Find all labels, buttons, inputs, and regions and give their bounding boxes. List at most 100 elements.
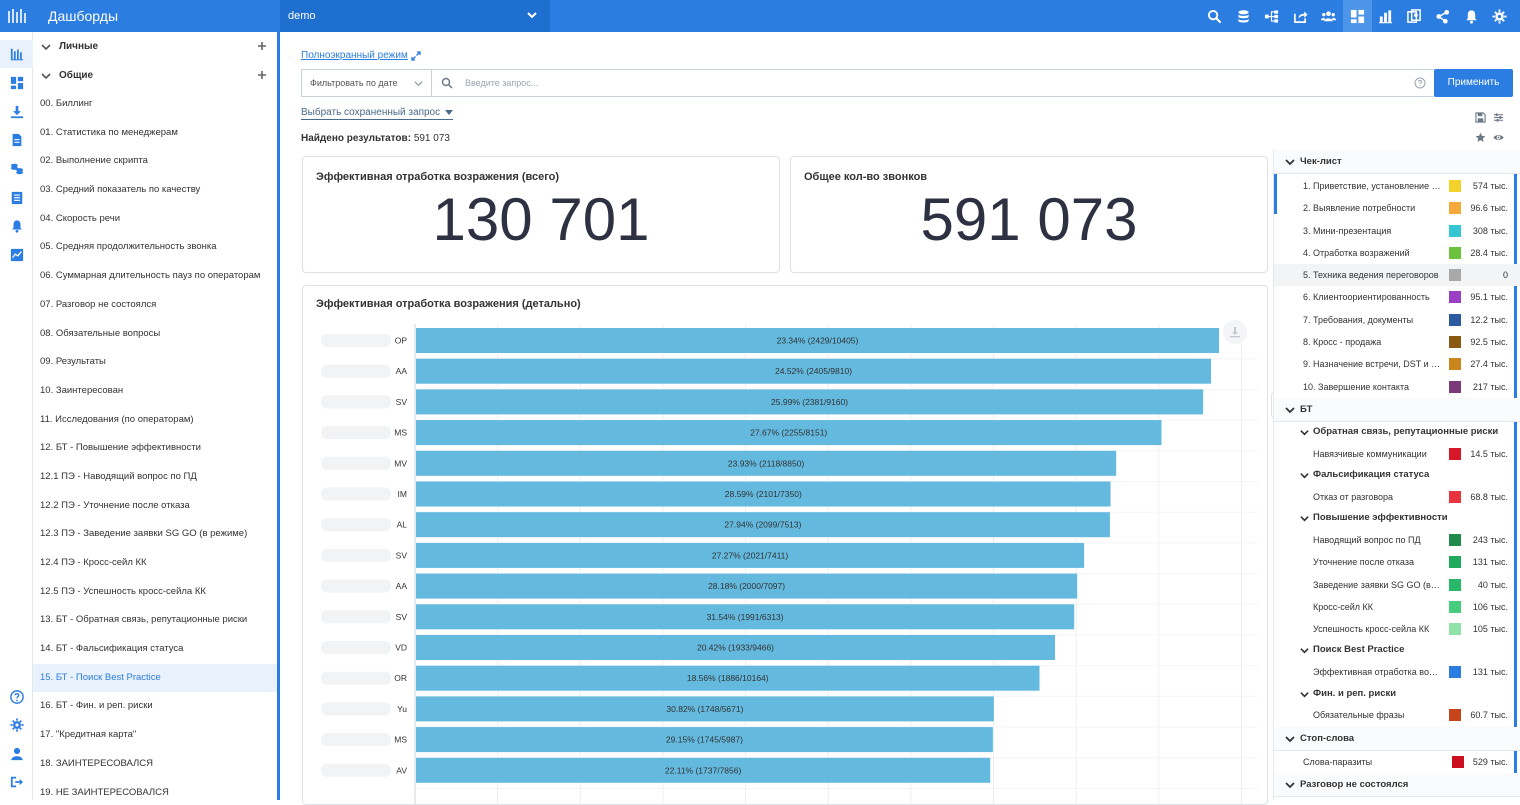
tree-item[interactable]: 12.5 ПЭ - Успешность кросс-сейла КК — [33, 578, 277, 607]
apply-button[interactable]: Применить — [1434, 69, 1513, 97]
legend-group-header[interactable]: БТ — [1274, 397, 1520, 422]
legend-group-header[interactable]: Разговор не состоялся — [1274, 772, 1520, 797]
legend-row[interactable]: 9. Назначение встречи, DST и т.д. 27.4 ты… — [1274, 353, 1520, 375]
tree-item[interactable]: 03. Средний показатель по качеству — [33, 176, 277, 205]
share-icon[interactable] — [1286, 0, 1315, 32]
tree-item[interactable]: 04. Скорость речи — [33, 205, 277, 234]
legend-row[interactable]: Успешность кросс-сейла КК 105 тыс. — [1274, 618, 1520, 640]
legend-group-header[interactable]: Стоп-слова — [1274, 726, 1520, 751]
sitemap-icon[interactable] — [1258, 0, 1287, 32]
saved-query-select[interactable]: Выбрать сохраненный запрос — [301, 107, 454, 120]
legend-subgroup-header[interactable]: Фин. и реп. риски — [1274, 684, 1520, 705]
save-icon[interactable] — [1475, 112, 1486, 123]
tree-item[interactable]: 09. Результаты — [33, 348, 277, 377]
add-icon[interactable] — [257, 70, 267, 80]
tree-item[interactable]: 18. ЗАИНТЕРЕСОВАЛСЯ — [33, 750, 277, 779]
legend-row[interactable]: 10. Завершение контакта 217 тыс. — [1274, 376, 1520, 398]
coins-icon[interactable] — [0, 155, 33, 183]
tree-item[interactable]: 17. "Кредитная карта" — [33, 721, 277, 750]
gear-icon[interactable] — [0, 711, 33, 739]
dashboards-nav-icon[interactable] — [0, 40, 33, 68]
copy-search-icon[interactable] — [1400, 0, 1429, 32]
legend-row[interactable]: 8. Кросс - продажа 92.5 тыс. — [1274, 331, 1520, 353]
legend-swatch[interactable] — [1452, 755, 1464, 768]
tree-item[interactable]: 12.2 ПЭ - Уточнение после отказа — [33, 492, 277, 521]
legend-swatch[interactable] — [1449, 623, 1461, 636]
legend-row[interactable]: Отказ от разговора 68.8 тыс. — [1274, 486, 1520, 508]
bell-icon[interactable] — [0, 212, 33, 240]
app-logo-icon[interactable] — [6, 5, 28, 27]
download-icon[interactable] — [0, 98, 33, 126]
legend-row[interactable]: 1. Приветствие, установление контакта 574… — [1274, 175, 1520, 197]
widgets-icon[interactable] — [0, 69, 33, 97]
tree-item[interactable]: 11. Исследования (по операторам) — [33, 406, 277, 435]
tree-item[interactable]: 00. Биллинг — [33, 90, 277, 119]
database-icon[interactable] — [1229, 0, 1258, 32]
legend-swatch[interactable] — [1449, 224, 1461, 237]
eye-icon[interactable] — [1493, 132, 1504, 143]
legend-row[interactable]: Эффективная отработка возражения 131 тыс. — [1274, 661, 1520, 683]
tree-item[interactable]: 12.1 ПЭ - Наводящий вопрос по ПД — [33, 463, 277, 492]
tree-item[interactable]: 14. БТ - Фальсификация статуса — [33, 635, 277, 664]
expand-icon[interactable] — [411, 51, 421, 61]
legend-swatch[interactable] — [1449, 291, 1461, 304]
legend-swatch[interactable] — [1449, 313, 1461, 326]
legend-swatch[interactable] — [1449, 709, 1461, 722]
legend-subgroup-header[interactable]: Обратная связь, репутационные риски — [1274, 422, 1520, 443]
section-personal[interactable]: Личные — [33, 32, 277, 61]
tree-item[interactable]: 10. Заинтересован — [33, 377, 277, 406]
gear-icon[interactable] — [1486, 0, 1515, 32]
add-icon[interactable] — [257, 41, 267, 51]
legend-swatch[interactable] — [1449, 447, 1461, 460]
list-icon[interactable] — [0, 184, 33, 212]
legend-row[interactable]: Навязчивые коммуникации 14.5 тыс. — [1274, 443, 1520, 465]
legend-swatch[interactable] — [1449, 380, 1461, 393]
tree-item[interactable]: 06. Суммарная длительность пауз по опера… — [33, 262, 277, 291]
tree-item[interactable]: 12. БТ - Повышение эффективности — [33, 434, 277, 463]
legend-swatch[interactable] — [1449, 490, 1461, 503]
tree-item[interactable]: 02. Выполнение скрипта — [33, 147, 277, 176]
tree-item[interactable]: 08. Обязательные вопросы — [33, 320, 277, 349]
fullscreen-link[interactable]: Полноэкранный режим — [301, 50, 408, 61]
legend-swatch[interactable] — [1449, 202, 1461, 215]
legend-swatch[interactable] — [1449, 556, 1461, 569]
legend-swatch[interactable] — [1449, 358, 1461, 371]
help-icon[interactable] — [1414, 77, 1426, 89]
legend-row[interactable]: Кросс-сейл КК 106 тыс. — [1274, 596, 1520, 618]
tree-item[interactable]: 01. Статистика по менеджерам — [33, 119, 277, 148]
legend-subgroup-header[interactable]: Повышение эффективности — [1274, 508, 1520, 529]
legend-swatch[interactable] — [1449, 180, 1461, 192]
legend-swatch[interactable] — [1449, 269, 1461, 282]
section-shared[interactable]: Общие — [33, 61, 277, 90]
users-icon[interactable] — [1315, 0, 1344, 32]
sliders-icon[interactable] — [1493, 112, 1504, 123]
dashboard-icon[interactable] — [1343, 0, 1372, 32]
legend-row[interactable]: Обязательные фразы 60.7 тыс. — [1274, 704, 1520, 726]
hub-icon[interactable] — [1429, 0, 1458, 32]
legend-row[interactable]: 3. Мини-презентация 308 тыс. — [1274, 220, 1520, 242]
legend-subgroup-header[interactable]: Поиск Best Practice — [1274, 640, 1520, 661]
tree-item[interactable]: 19. НЕ ЗАИНТЕРЕСОВАЛСЯ — [33, 779, 277, 801]
legend-row[interactable]: 4. Отработка возражений 28.4 тыс. — [1274, 242, 1520, 264]
legend-row[interactable]: 7. Требования, документы 12.2 тыс. — [1274, 309, 1520, 331]
legend-row[interactable]: 2. Выявление потребности 96.6 тыс. — [1274, 197, 1520, 219]
logout-icon[interactable] — [0, 768, 33, 796]
legend-swatch[interactable] — [1449, 666, 1461, 679]
legend-swatch[interactable] — [1449, 336, 1461, 349]
legend-swatch[interactable] — [1449, 246, 1461, 259]
chart-download-button[interactable] — [1223, 320, 1247, 344]
tree-item[interactable]: 16. БТ - Фин. и реп. риски — [33, 692, 277, 721]
legend-row[interactable]: Слова-паразиты 529 тыс. — [1274, 751, 1520, 773]
legend-subgroup-header[interactable]: Фальсификация статуса — [1274, 465, 1520, 486]
date-filter-select[interactable]: Фильтровать по дате — [302, 70, 432, 96]
star-icon[interactable] — [1475, 132, 1486, 143]
legend-row[interactable]: Уточнение после отказа 131 тыс. — [1274, 551, 1520, 573]
legend-swatch[interactable] — [1449, 600, 1461, 613]
tree-item[interactable]: 05. Средняя продолжительность звонка — [33, 233, 277, 262]
legend-row[interactable]: 6. Клиентоориентированность 95.1 тыс. — [1274, 286, 1520, 308]
document-icon[interactable] — [0, 126, 33, 154]
tree-item[interactable]: 12.4 ПЭ - Кросс-сейл КК — [33, 549, 277, 578]
legend-swatch[interactable] — [1449, 533, 1461, 546]
bell-icon[interactable] — [1457, 0, 1486, 32]
tree-item[interactable]: 15. БТ - Поиск Best Practice — [33, 663, 277, 693]
